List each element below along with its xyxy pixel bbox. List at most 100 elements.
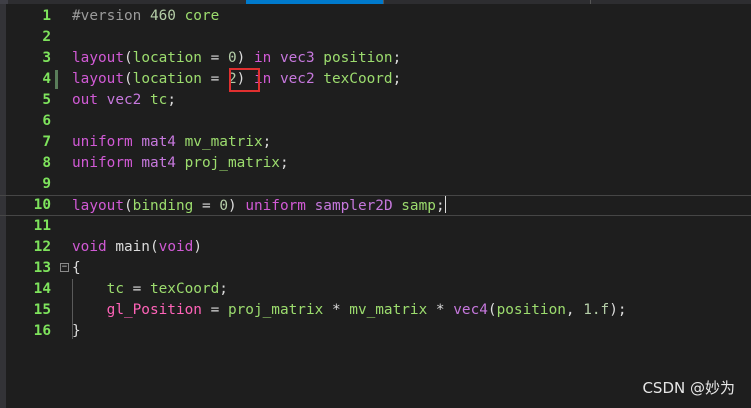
code-token: = (201, 50, 228, 66)
code-token: texCoord (314, 71, 393, 87)
code-token: sampler2D (305, 198, 393, 214)
line-number: 7 (42, 134, 51, 150)
code-token: ; (435, 198, 445, 214)
tab-divider (383, 0, 384, 4)
code-line[interactable]: 16} (0, 321, 751, 342)
code-line[interactable]: 1 #version 460 core (0, 6, 751, 27)
code-line[interactable]: 2 (0, 27, 751, 48)
code-token: ; (392, 50, 402, 66)
text-cursor (444, 196, 446, 213)
code-token: layout (72, 198, 124, 214)
code-text[interactable]: layout(location = 0) in vec3 position; (72, 48, 401, 69)
code-token: ( (123, 71, 133, 87)
code-token: mv_matrix (349, 302, 428, 318)
code-token: mv_matrix (175, 134, 263, 150)
code-text[interactable]: gl_Position = proj_matrix * mv_matrix * … (72, 300, 627, 321)
code-token: gl_Position (106, 302, 202, 318)
line-number: 4 (42, 71, 51, 87)
line-number: 2 (42, 29, 51, 45)
watermark: CSDN @妙为 (642, 379, 735, 397)
code-token: ; (262, 134, 272, 150)
code-token: core (175, 8, 220, 24)
code-line[interactable]: 11 (0, 216, 751, 237)
code-token: uniform (245, 198, 306, 214)
code-text[interactable]: void main(void) (72, 237, 202, 258)
code-token: ) (236, 50, 254, 66)
line-number: 13 (33, 260, 51, 276)
code-token: ( (123, 198, 133, 214)
line-number: 16 (33, 323, 51, 339)
code-token: * (427, 302, 454, 318)
code-lines: 1 #version 460 core 2 3 layout(location = 0)… (0, 6, 751, 342)
code-line[interactable]: 3 layout(location = 0) in vec3 position; (0, 48, 751, 69)
code-line[interactable]: 15 gl_Position = proj_matrix * mv_matrix… (0, 300, 751, 321)
code-token: 0 (227, 50, 237, 66)
code-editor[interactable]: 1 #version 460 core 2 3 layout(location = 0)… (0, 0, 751, 408)
code-line[interactable]: 9 (0, 174, 751, 195)
code-token: proj_matrix (175, 155, 280, 171)
line-number: 1 (42, 8, 51, 24)
code-line[interactable]: 5 out vec2 tc; (0, 90, 751, 111)
code-token: binding (132, 198, 194, 214)
code-text[interactable]: uniform mat4 mv_matrix; (72, 132, 271, 153)
line-number: 10 (33, 197, 51, 213)
line-number: 12 (33, 239, 51, 255)
line-number: 14 (33, 281, 51, 297)
code-token: texCoord (149, 281, 220, 297)
code-token: mat4 (132, 155, 176, 171)
code-token: uniform (72, 134, 133, 150)
code-text[interactable]: tc = texCoord; (72, 279, 228, 300)
code-line[interactable]: 13−{ (0, 258, 751, 279)
code-line[interactable]: 10 layout(binding = 0) uniform sampler2D … (0, 195, 751, 216)
code-token: ) (227, 198, 246, 214)
code-line[interactable]: 6 (0, 111, 751, 132)
code-token: main (106, 239, 150, 255)
line-number: 9 (42, 176, 51, 192)
code-token: 1.f (583, 302, 610, 318)
code-token: proj_matrix (227, 302, 324, 318)
code-token: vec2 (98, 92, 142, 108)
code-token: vec3 (271, 50, 315, 66)
code-text[interactable]: #version 460 core (72, 6, 219, 27)
code-token: location (132, 71, 202, 87)
code-text[interactable]: layout(binding = 0) uniform sampler2D sa… (72, 196, 446, 216)
highlight-box (229, 68, 260, 92)
code-text[interactable]: uniform mat4 proj_matrix; (72, 153, 289, 174)
code-text[interactable]: { (72, 258, 81, 279)
code-token: samp (392, 198, 436, 214)
code-token: ); (609, 302, 627, 318)
code-text[interactable]: } (72, 321, 81, 342)
code-token: 460 (149, 8, 176, 24)
indent-guide (72, 279, 73, 339)
code-token: ( (149, 239, 159, 255)
active-tab-indicator[interactable] (246, 0, 383, 4)
code-token: void (158, 239, 194, 255)
code-token: ; (392, 71, 402, 87)
code-token: location (132, 50, 202, 66)
code-line[interactable]: 14 tc = texCoord; (0, 279, 751, 300)
code-token: #version (72, 8, 150, 24)
tab-bar (0, 0, 751, 4)
code-token: in (253, 50, 272, 66)
code-token: { (72, 260, 81, 276)
tab-divider (590, 0, 591, 4)
code-text[interactable]: out vec2 tc; (72, 90, 176, 111)
code-token: , (565, 302, 584, 318)
code-token: ( (487, 302, 497, 318)
code-token: * (323, 302, 350, 318)
code-line[interactable]: 8 uniform mat4 proj_matrix; (0, 153, 751, 174)
code-token: tc (106, 281, 124, 297)
fold-collapse-icon[interactable]: − (60, 263, 69, 272)
code-token: tc (141, 92, 168, 108)
code-line[interactable]: 12 void main(void) (0, 237, 751, 258)
code-token: ) (193, 239, 202, 255)
line-number: 5 (42, 92, 51, 108)
code-token: mat4 (132, 134, 176, 150)
code-token: ; (279, 155, 289, 171)
code-line[interactable]: 7 uniform mat4 mv_matrix; (0, 132, 751, 153)
code-token: position (314, 50, 393, 66)
code-token: } (72, 323, 81, 339)
code-line[interactable]: 4 layout(location = 2) in vec2 texCoord; (0, 69, 751, 90)
